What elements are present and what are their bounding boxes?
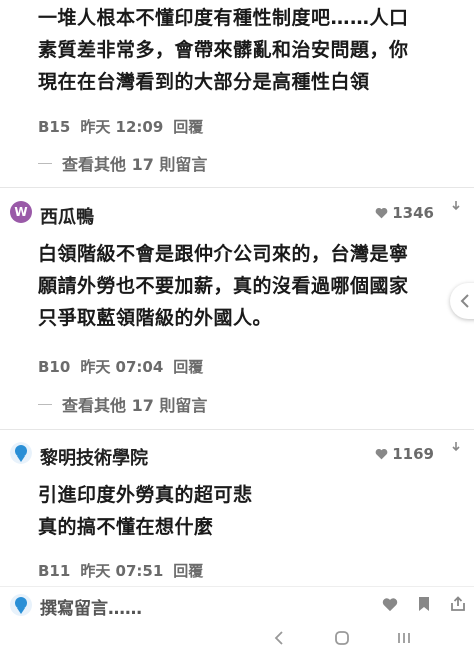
comment-body: 白領階級不會是跟仲介公司來的，台灣是寧 願請外勞也不要加薪，真的沒看過哪個國家 …	[38, 243, 409, 329]
system-nav-bar	[0, 622, 474, 655]
heart-icon[interactable]	[382, 597, 398, 612]
reply-button[interactable]: 回覆	[173, 562, 203, 580]
divider	[0, 187, 474, 188]
heart-icon	[375, 207, 388, 219]
scroll-handle[interactable]	[450, 283, 474, 319]
reply-button[interactable]: 回覆	[173, 118, 203, 136]
compose-bar: 撰寫留言……	[0, 586, 474, 623]
divider	[0, 429, 474, 430]
school-badge-icon[interactable]	[10, 442, 32, 464]
dash-icon	[38, 403, 52, 405]
like-count[interactable]: 1346	[375, 204, 434, 222]
view-more-replies-link[interactable]: 查看其他 17 則留言	[38, 392, 207, 416]
avatar[interactable]: W	[10, 201, 32, 223]
comment-header: 黎明技術學院 1169	[0, 438, 474, 472]
comment-header: W 西瓜鴨 1346	[0, 197, 474, 231]
reply-button[interactable]: 回覆	[173, 358, 203, 376]
share-icon[interactable]	[450, 596, 466, 612]
author-name[interactable]: 黎明技術學院	[40, 444, 148, 470]
school-badge-icon	[10, 594, 32, 616]
home-icon[interactable]	[332, 628, 352, 648]
timestamp: 昨天 07:51	[80, 562, 164, 580]
timestamp: 昨天 07:04	[80, 358, 164, 376]
comment-body: 一堆人根本不懂印度有種性制度吧……人口 素質差非常多，會帶來髒亂和治安問題，你 …	[38, 7, 409, 93]
more-options-icon[interactable]	[452, 200, 460, 216]
recents-icon[interactable]	[394, 628, 414, 648]
compose-input[interactable]: 撰寫留言……	[40, 594, 142, 619]
comment-meta: B10 昨天 07:04 回覆	[38, 356, 213, 377]
dash-icon	[38, 162, 52, 164]
comment-meta: B15 昨天 12:09 回覆	[38, 116, 213, 137]
view-more-replies-link[interactable]: 查看其他 17 則留言	[38, 151, 207, 175]
more-options-icon[interactable]	[452, 441, 460, 457]
author-name[interactable]: 西瓜鴨	[40, 203, 94, 229]
floor-number: B11	[38, 562, 71, 580]
floor-number: B15	[38, 118, 71, 136]
bookmark-icon[interactable]	[418, 596, 430, 612]
comment-body: 引進印度外勞真的超可悲 真的搞不懂在想什麼	[38, 484, 253, 538]
back-icon[interactable]	[270, 628, 290, 648]
floor-number: B10	[38, 358, 71, 376]
chevron-left-icon	[460, 294, 469, 308]
comment-meta: B11 昨天 07:51 回覆	[38, 560, 213, 581]
like-count[interactable]: 1169	[375, 445, 434, 463]
heart-icon	[375, 448, 388, 460]
timestamp: 昨天 12:09	[80, 118, 164, 136]
